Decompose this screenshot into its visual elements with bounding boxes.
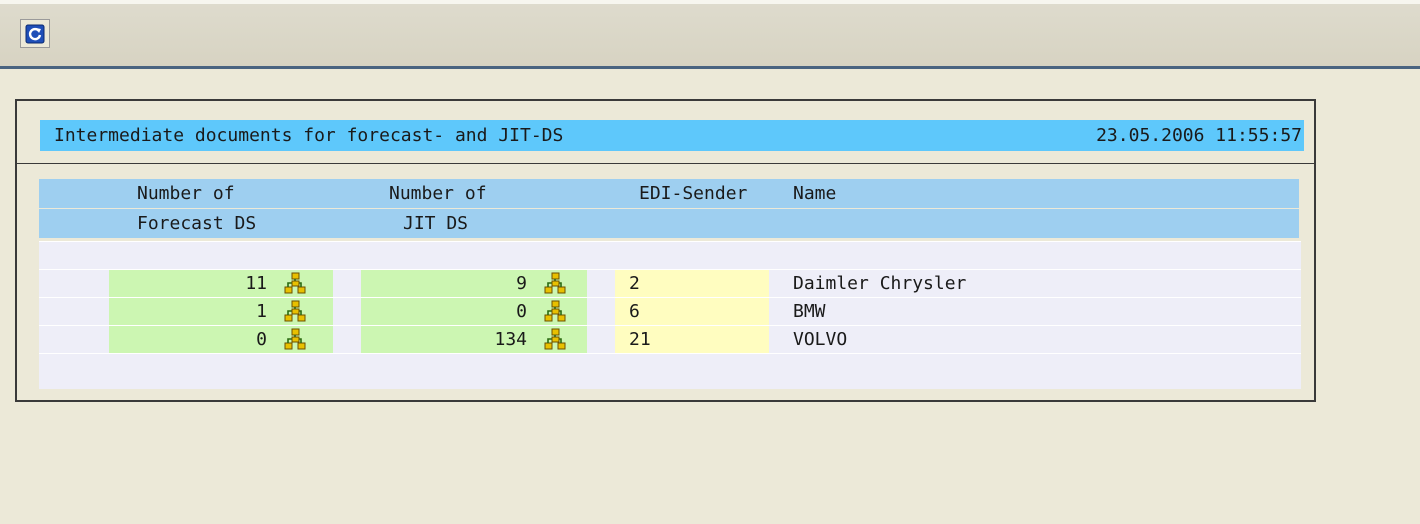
jit-cell-bg <box>533 298 587 326</box>
document-flow-icon[interactable] <box>283 328 307 352</box>
document-flow-icon[interactable] <box>283 300 307 324</box>
refresh-button[interactable] <box>20 19 50 48</box>
forecast-count[interactable]: 11 <box>109 270 273 298</box>
jit-cell-bg <box>533 326 587 354</box>
table-row: 11 9 2 Daimler Chrysler <box>39 269 1301 298</box>
forecast-cell-bg <box>273 298 333 326</box>
edi-sender-value[interactable]: 6 <box>615 298 769 326</box>
header-name: Name <box>793 183 837 204</box>
panel-title: Intermediate documents for forecast- and… <box>54 125 564 146</box>
edi-sender-value[interactable]: 21 <box>615 326 769 354</box>
jit-count[interactable]: 9 <box>361 270 533 298</box>
jit-cell-bg <box>533 270 587 298</box>
table-row: 0 134 21 VOLVO <box>39 325 1301 354</box>
idoc-panel: Intermediate documents for forecast- and… <box>15 99 1316 402</box>
document-flow-icon[interactable] <box>543 300 567 324</box>
header-forecast-line1: Number of <box>137 183 235 204</box>
refresh-icon <box>25 24 45 43</box>
jit-count[interactable]: 134 <box>361 326 533 354</box>
panel-timestamp: 23.05.2006 11:55:57 <box>1096 125 1302 146</box>
partner-name: VOLVO <box>793 329 848 350</box>
toolbar-separator <box>0 66 1420 69</box>
header-jit-line2: JIT DS <box>403 213 469 234</box>
panel-divider <box>17 163 1314 164</box>
header-jit-line1: Number of <box>389 183 487 204</box>
forecast-cell-bg <box>273 270 333 298</box>
spacer-row <box>39 241 1301 270</box>
column-header-row-1: Number of Number of EDI-Sender Name <box>39 179 1299 208</box>
jit-count[interactable]: 0 <box>361 298 533 326</box>
table-row: 1 0 6 BMW <box>39 297 1301 326</box>
header-forecast-line2: Forecast DS <box>137 213 257 234</box>
document-flow-icon[interactable] <box>543 328 567 352</box>
forecast-count[interactable]: 0 <box>109 326 273 354</box>
document-flow-icon[interactable] <box>283 272 307 296</box>
panel-title-bar: Intermediate documents for forecast- and… <box>40 120 1304 151</box>
column-header-row-2: Forecast DS JIT DS <box>39 209 1299 238</box>
edi-sender-value[interactable]: 2 <box>615 270 769 298</box>
spacer-row <box>39 353 1301 382</box>
document-flow-icon[interactable] <box>543 272 567 296</box>
header-edi-sender: EDI-Sender <box>639 183 748 204</box>
forecast-cell-bg <box>273 326 333 354</box>
toolbar <box>0 0 1420 67</box>
forecast-count[interactable]: 1 <box>109 298 273 326</box>
partner-name: Daimler Chrysler <box>793 273 967 294</box>
partner-name: BMW <box>793 301 826 322</box>
results-table: 11 9 2 Daimler Chrysler 1 0 6 BMW 0 134 … <box>39 241 1301 389</box>
